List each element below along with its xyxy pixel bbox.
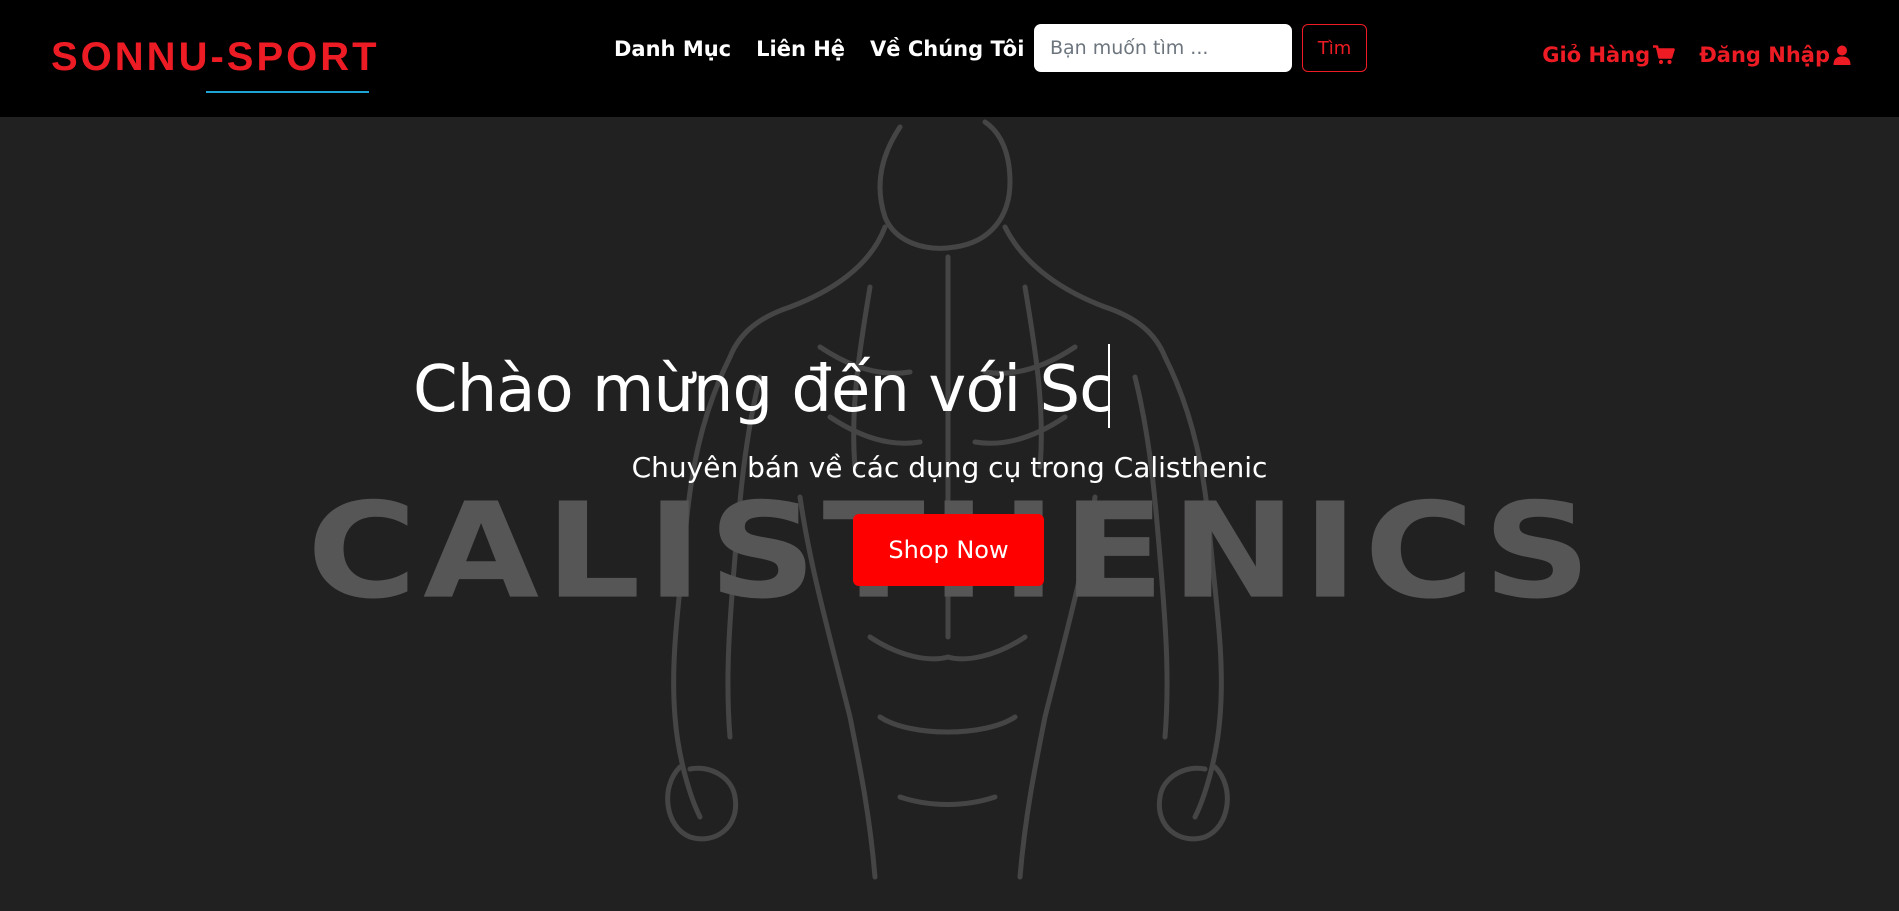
nav-link-contact[interactable]: Liên Hệ bbox=[756, 37, 845, 61]
hero-title: Chào mừng đến với Sc bbox=[413, 353, 1109, 427]
cart-link[interactable]: Giỏ Hàng bbox=[1542, 43, 1676, 67]
typing-caret bbox=[1108, 344, 1110, 428]
login-label: Đăng Nhập bbox=[1699, 43, 1830, 67]
account-actions: Giỏ Hàng Đăng Nhập bbox=[1542, 43, 1851, 67]
hero-banner: CALISTHENICS Chào mừng đến với Sc Chuyên… bbox=[0, 117, 1899, 911]
search-button[interactable]: Tìm bbox=[1302, 24, 1367, 72]
shop-now-button[interactable]: Shop Now bbox=[853, 514, 1044, 586]
brand-underline bbox=[206, 91, 369, 93]
main-nav: Danh Mục Liên Hệ Về Chúng Tôi bbox=[614, 33, 1024, 65]
cart-label: Giỏ Hàng bbox=[1542, 43, 1651, 67]
user-icon bbox=[1833, 45, 1851, 65]
search-input[interactable] bbox=[1034, 24, 1292, 72]
nav-link-about[interactable]: Về Chúng Tôi bbox=[870, 37, 1024, 61]
login-link[interactable]: Đăng Nhập bbox=[1699, 43, 1851, 67]
nav-link-categories[interactable]: Danh Mục bbox=[614, 37, 731, 61]
hero-subtitle: Chuyên bán về các dụng cụ trong Calisthe… bbox=[631, 451, 1268, 484]
brand-logo[interactable]: SONNU-SPORT bbox=[51, 34, 380, 80]
navbar: SONNU-SPORT Danh Mục Liên Hệ Về Chúng Tô… bbox=[0, 0, 1899, 117]
shopping-cart-icon bbox=[1653, 45, 1676, 65]
hero-title-container: Chào mừng đến với Sc bbox=[413, 345, 1109, 435]
